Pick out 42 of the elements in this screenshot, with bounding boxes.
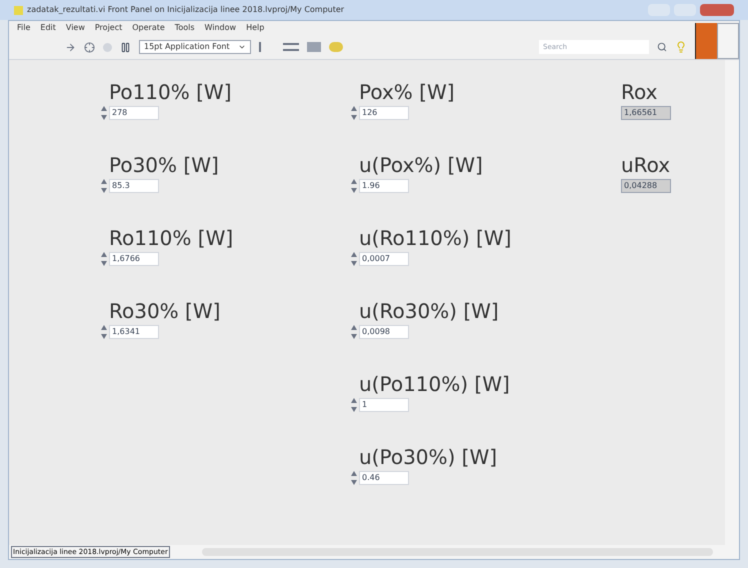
caret-icon <box>238 43 246 51</box>
control-label: u(Po30%) [W] <box>359 445 498 469</box>
font-dropdown[interactable]: 15pt Application Font <box>139 40 251 54</box>
control-label: Po110% [W] <box>109 80 232 104</box>
numeric-field[interactable]: 1.96 <box>359 179 409 193</box>
numeric-field[interactable]: 85.3 <box>109 179 159 193</box>
menu-item[interactable]: Window <box>204 22 236 34</box>
numeric-field[interactable]: 0,0007 <box>359 252 409 266</box>
search-icon[interactable] <box>657 42 667 52</box>
menu-item[interactable]: View <box>66 22 85 34</box>
control-label: Rox <box>621 80 658 104</box>
menu-item[interactable]: File <box>17 22 30 34</box>
numeric-indicator: 0,04288 <box>621 179 671 193</box>
control-label: Pox% [W] <box>359 80 455 104</box>
numeric-field[interactable]: 0,0098 <box>359 325 409 339</box>
app-icon <box>14 6 23 14</box>
control-label: u(Pox%) [W] <box>359 153 483 177</box>
numeric-field[interactable]: 278 <box>109 106 159 120</box>
menu-item[interactable]: Edit <box>40 22 56 34</box>
numeric-field[interactable]: 1,6766 <box>109 252 159 266</box>
menu-item[interactable]: Operate <box>132 22 165 34</box>
numeric-field[interactable]: 0.46 <box>359 471 409 485</box>
window-title: zadatak_rezultati.vi Front Panel on Inicijalizacija linee 2018.lvproj/My Computer <box>27 4 344 16</box>
menu-item[interactable]: Help <box>246 22 264 34</box>
control-label: Ro110% [W] <box>109 226 234 250</box>
control-label: Ro30% [W] <box>109 299 220 323</box>
numeric-field[interactable]: 1 <box>359 398 409 412</box>
control-label: uRox <box>621 153 670 177</box>
control-label: u(Po110%) [W] <box>359 372 510 396</box>
control-label: u(Ro110%) [W] <box>359 226 512 250</box>
menu-item[interactable]: Tools <box>174 22 195 34</box>
menu-item[interactable]: Project <box>94 22 122 34</box>
run-continuously-icon[interactable] <box>84 42 95 52</box>
close-button[interactable] <box>700 4 734 16</box>
control-label: Po30% [W] <box>109 153 219 177</box>
run-icon[interactable] <box>65 42 76 52</box>
pause-icon[interactable] <box>120 42 131 52</box>
numeric-field[interactable]: 1,6341 <box>109 325 159 339</box>
vertical-scrollbar[interactable] <box>725 60 739 545</box>
control-label: u(Ro30%) [W] <box>359 299 499 323</box>
numeric-field[interactable]: 126 <box>359 106 409 120</box>
numeric-indicator: 1,66561 <box>621 106 671 120</box>
